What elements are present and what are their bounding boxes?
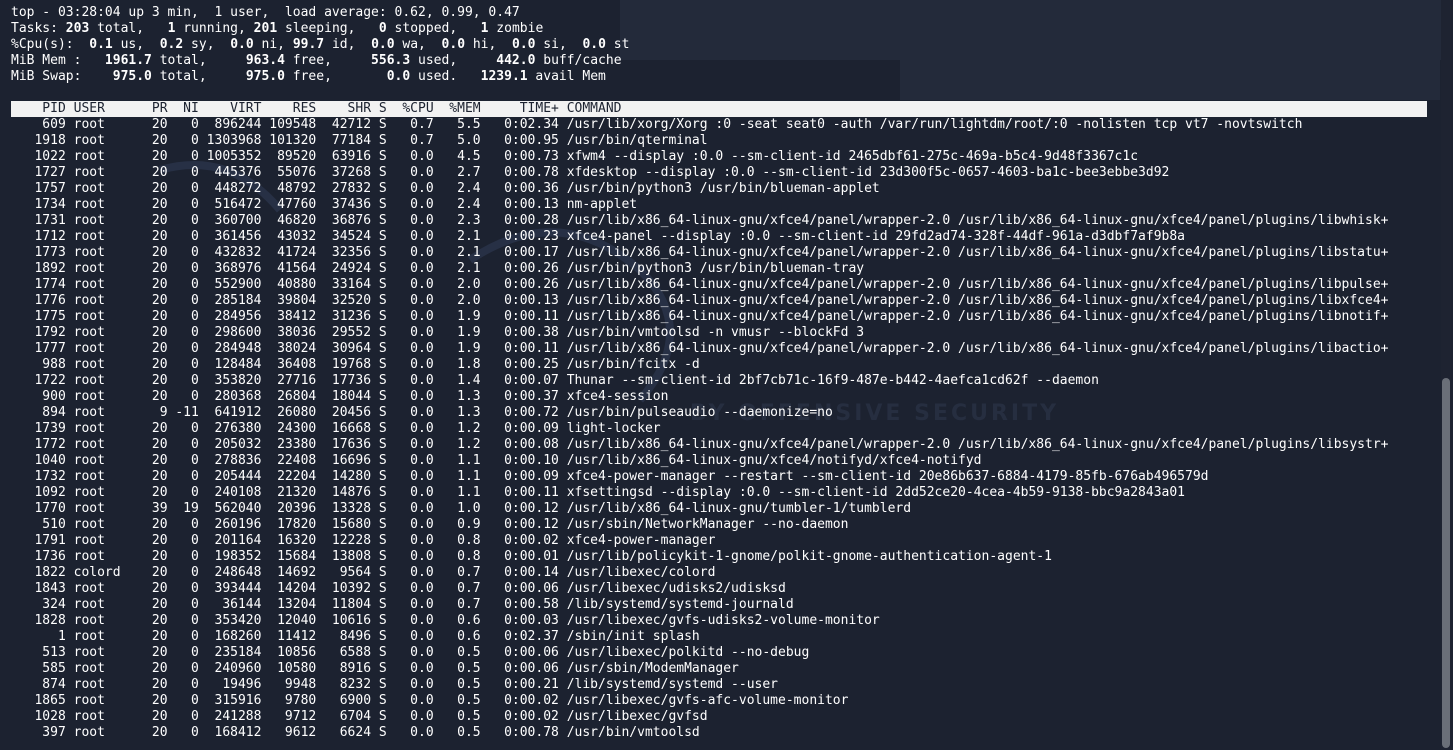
process-row: 609 root 20 0 896244 109548 42712 S 0.7 … <box>11 117 1303 132</box>
process-row: 1843 root 20 0 393444 14204 10392 S 0.0 … <box>11 581 786 596</box>
terminal-output: top - 03:28:04 up 3 min, 1 user, load av… <box>11 5 1427 741</box>
process-row: 1734 root 20 0 516472 47760 37436 S 0.0 … <box>11 197 638 212</box>
process-row: 1777 root 20 0 284948 38024 30964 S 0.0 … <box>11 341 1389 356</box>
process-row: 1770 root 39 19 562040 20396 13328 S 0.0… <box>11 501 912 516</box>
process-row: 1772 root 20 0 205032 23380 17636 S 0.0 … <box>11 437 1389 452</box>
process-row: 510 root 20 0 260196 17820 15680 S 0.0 0… <box>11 517 849 532</box>
process-row: 1712 root 20 0 361456 43032 34524 S 0.0 … <box>11 229 1185 244</box>
process-row: 1776 root 20 0 285184 39804 32520 S 0.0 … <box>11 293 1389 308</box>
process-row: 1736 root 20 0 198352 15684 13808 S 0.0 … <box>11 549 1052 564</box>
process-row: 1739 root 20 0 276380 24300 16668 S 0.0 … <box>11 421 661 436</box>
process-row: 1773 root 20 0 432832 41724 32356 S 0.0 … <box>11 245 1389 260</box>
summary-uptime-line: top - 03:28:04 up 3 min, 1 user, load av… <box>11 5 520 20</box>
process-row: 513 root 20 0 235184 10856 6588 S 0.0 0.… <box>11 645 810 660</box>
scrollbar-thumb[interactable] <box>1442 378 1450 748</box>
summary-mem-line: MiB Mem : 1961.7 total, 963.4 free, 556.… <box>11 53 622 68</box>
process-row: 1040 root 20 0 278836 22408 16696 S 0.0 … <box>11 453 982 468</box>
process-row: 1822 colord 20 0 248648 14692 9564 S 0.0… <box>11 565 716 580</box>
process-row: 1092 root 20 0 240108 21320 14876 S 0.0 … <box>11 485 1185 500</box>
process-row: 894 root 9 -11 641912 26080 20456 S 0.0 … <box>11 405 833 420</box>
process-row: 900 root 20 0 280368 26804 18044 S 0.0 1… <box>11 389 669 404</box>
process-row: 1775 root 20 0 284956 38412 31236 S 0.0 … <box>11 309 1389 324</box>
process-row: 1727 root 20 0 445376 55076 37268 S 0.0 … <box>11 165 1170 180</box>
process-table-header: PID USER PR NI VIRT RES SHR S %CPU %MEM … <box>11 101 1427 117</box>
summary-swap-line: MiB Swap: 975.0 total, 975.0 free, 0.0 u… <box>11 69 606 84</box>
process-row: 988 root 20 0 128484 36408 19768 S 0.0 1… <box>11 357 700 372</box>
process-row: 1791 root 20 0 201164 16320 12228 S 0.0 … <box>11 533 716 548</box>
summary-cpu-line: %Cpu(s): 0.1 us, 0.2 sy, 0.0 ni, 99.7 id… <box>11 37 630 52</box>
process-row: 1732 root 20 0 205444 22204 14280 S 0.0 … <box>11 469 1209 484</box>
process-row: 1792 root 20 0 298600 38036 29552 S 0.0 … <box>11 325 865 340</box>
process-row: 874 root 20 0 19496 9948 8232 S 0.0 0.5 … <box>11 677 779 692</box>
process-row: 1028 root 20 0 241288 9712 6704 S 0.0 0.… <box>11 709 708 724</box>
process-row: 397 root 20 0 168412 9612 6624 S 0.0 0.5… <box>11 725 700 740</box>
process-row: 1731 root 20 0 360700 46820 36876 S 0.0 … <box>11 213 1389 228</box>
process-row: 1828 root 20 0 353420 12040 10616 S 0.0 … <box>11 613 880 628</box>
process-row: 1722 root 20 0 353820 27716 17736 S 0.0 … <box>11 373 1099 388</box>
process-row: 324 root 20 0 36144 13204 11804 S 0.0 0.… <box>11 597 794 612</box>
process-row: 1918 root 20 0 1303968 101320 77184 S 0.… <box>11 133 708 148</box>
process-row: 585 root 20 0 240960 10580 8916 S 0.0 0.… <box>11 661 739 676</box>
process-row: 1865 root 20 0 315916 9780 6900 S 0.0 0.… <box>11 693 849 708</box>
process-table-body: 609 root 20 0 896244 109548 42712 S 0.7 … <box>11 117 1427 741</box>
process-row: 1022 root 20 0 1005352 89520 63916 S 0.0… <box>11 149 1139 164</box>
summary-tasks-line: Tasks: 203 total, 1 running, 201 sleepin… <box>11 21 544 36</box>
process-row: 1 root 20 0 168260 11412 8496 S 0.0 0.6 … <box>11 629 700 644</box>
process-row: 1757 root 20 0 448272 48792 27832 S 0.0 … <box>11 181 880 196</box>
process-row: 1892 root 20 0 368976 41564 24924 S 0.0 … <box>11 261 865 276</box>
process-row: 1774 root 20 0 552900 40880 33164 S 0.0 … <box>11 277 1389 292</box>
